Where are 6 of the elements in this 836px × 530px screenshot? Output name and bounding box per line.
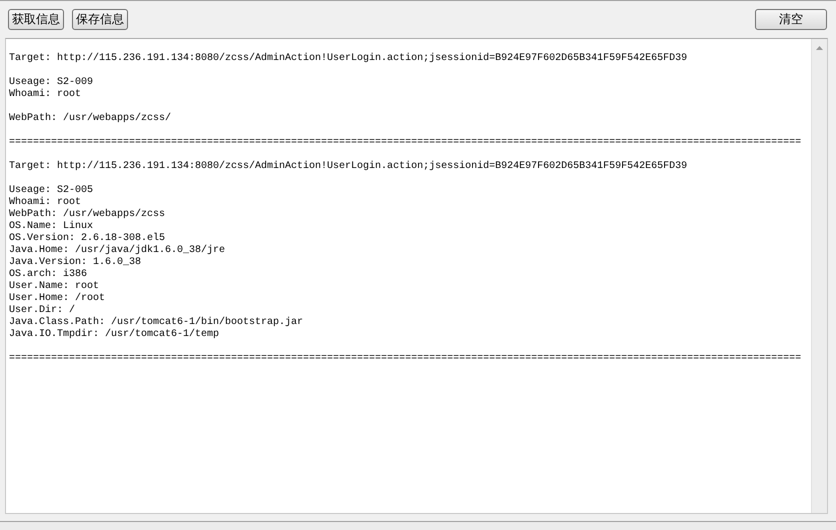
scrollbar[interactable] (811, 39, 827, 513)
clear-button[interactable]: 清空 (755, 9, 827, 30)
toolbar-button[interactable]: 获取信息 (8, 9, 64, 30)
toolbar-button[interactable]: 保存信息 (72, 9, 128, 30)
scroll-up-arrow-icon[interactable] (816, 46, 823, 50)
output-text: Target: http://115.236.191.134:8080/zcss/AdminAction!UserLogin.action;jsessionid=B924E97F602D65B341F59F542E65FD39 Useage: S2-009 Whoami: root WebPath: /usr/webapps/zcss/ ==================================================================================================================================== Target: http://115.236.191.134:8080/zcss/AdminAction!UserLogin.action;jsessionid=B924E97F602D65B341F59F542E65FD39 Useage: S2-005 Whoami: root WebPath: /usr/webapps/zcss OS.Name: Linux OS.Version: 2.6.18-308.el5 Java.Home: /usr/java/jdk1.6.0_38/jre Java.Version: 1.6.0_38 OS.arch: i386 User.Name: root User.Home: /root User.Dir: / Java.Class.Path: /usr/tomcat6-1/bin/bootstrap.jar Java.IO.Tmpdir: /usr/tomcat6-1/temp ==================================================================================================================================== (8, 52, 802, 366)
